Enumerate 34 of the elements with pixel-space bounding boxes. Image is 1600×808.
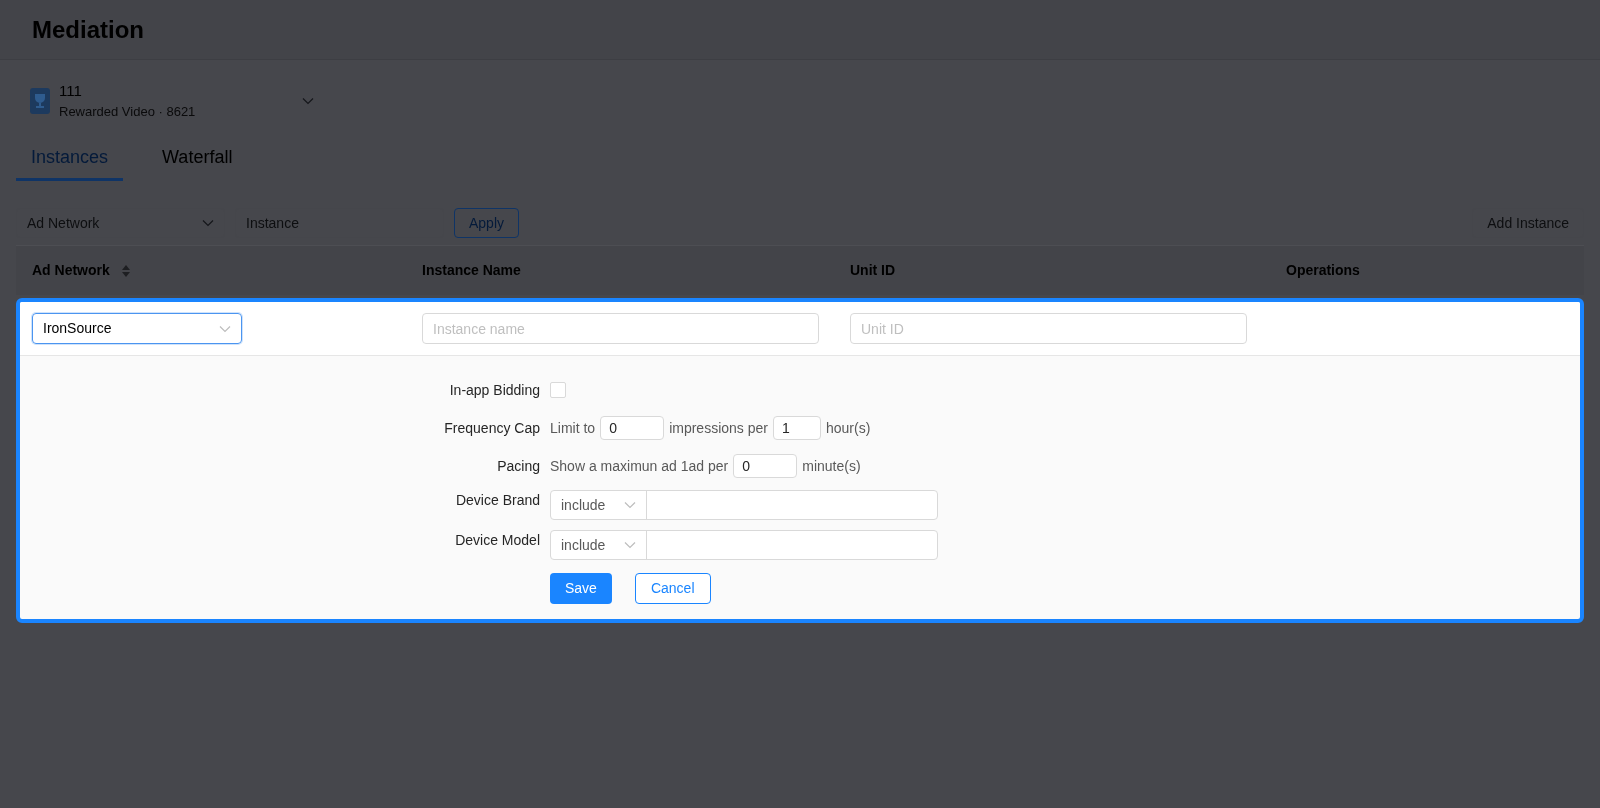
sort-icon[interactable] [121,264,130,277]
tab[interactable]: Instances [16,136,124,181]
field-text: minute(s) [802,456,861,476]
unit-id-field[interactable]: Unit ID [850,313,1247,344]
tab[interactable]: Waterfall [147,136,248,181]
page-title: Mediation [32,14,144,45]
checkbox[interactable] [550,382,566,398]
field-text: Limit to [550,418,596,438]
field-text: impressions per [669,418,768,438]
chevron-down-icon [219,324,231,333]
field-text: Show a maximun ad 1ad per [550,456,729,476]
apply-button[interactable]: Apply [454,208,520,238]
field-label: Pacing [496,456,540,476]
field-label: Frequency Cap [443,418,540,438]
instance-name-field[interactable]: Instance name [422,313,819,344]
save-button[interactable]: Save [550,573,612,604]
field-label: Device Brand [454,491,540,510]
hours-field[interactable]: 1 [772,416,821,440]
trophy-icon [29,86,51,115]
ad-network-select[interactable]: IronSource [32,313,242,344]
column-header: Ad Network [32,261,110,280]
column-header: Unit ID [850,261,896,280]
field-text: hour(s) [825,418,871,438]
app-name: 111 [59,80,83,101]
cancel-button[interactable]: Cancel [634,573,711,604]
minutes-field[interactable]: 0 [733,454,798,478]
column-header: Instance Name [422,261,521,280]
field-label: Device Model [454,531,540,550]
chevron-down-icon [202,219,214,227]
app-subtitle: Rewarded Video · 8621 [59,103,197,121]
column-header: Operations [1286,261,1360,280]
chevron-down-icon [302,96,314,105]
field-label: In-app Bidding [448,380,540,400]
impressions-field[interactable]: 0 [600,416,665,440]
